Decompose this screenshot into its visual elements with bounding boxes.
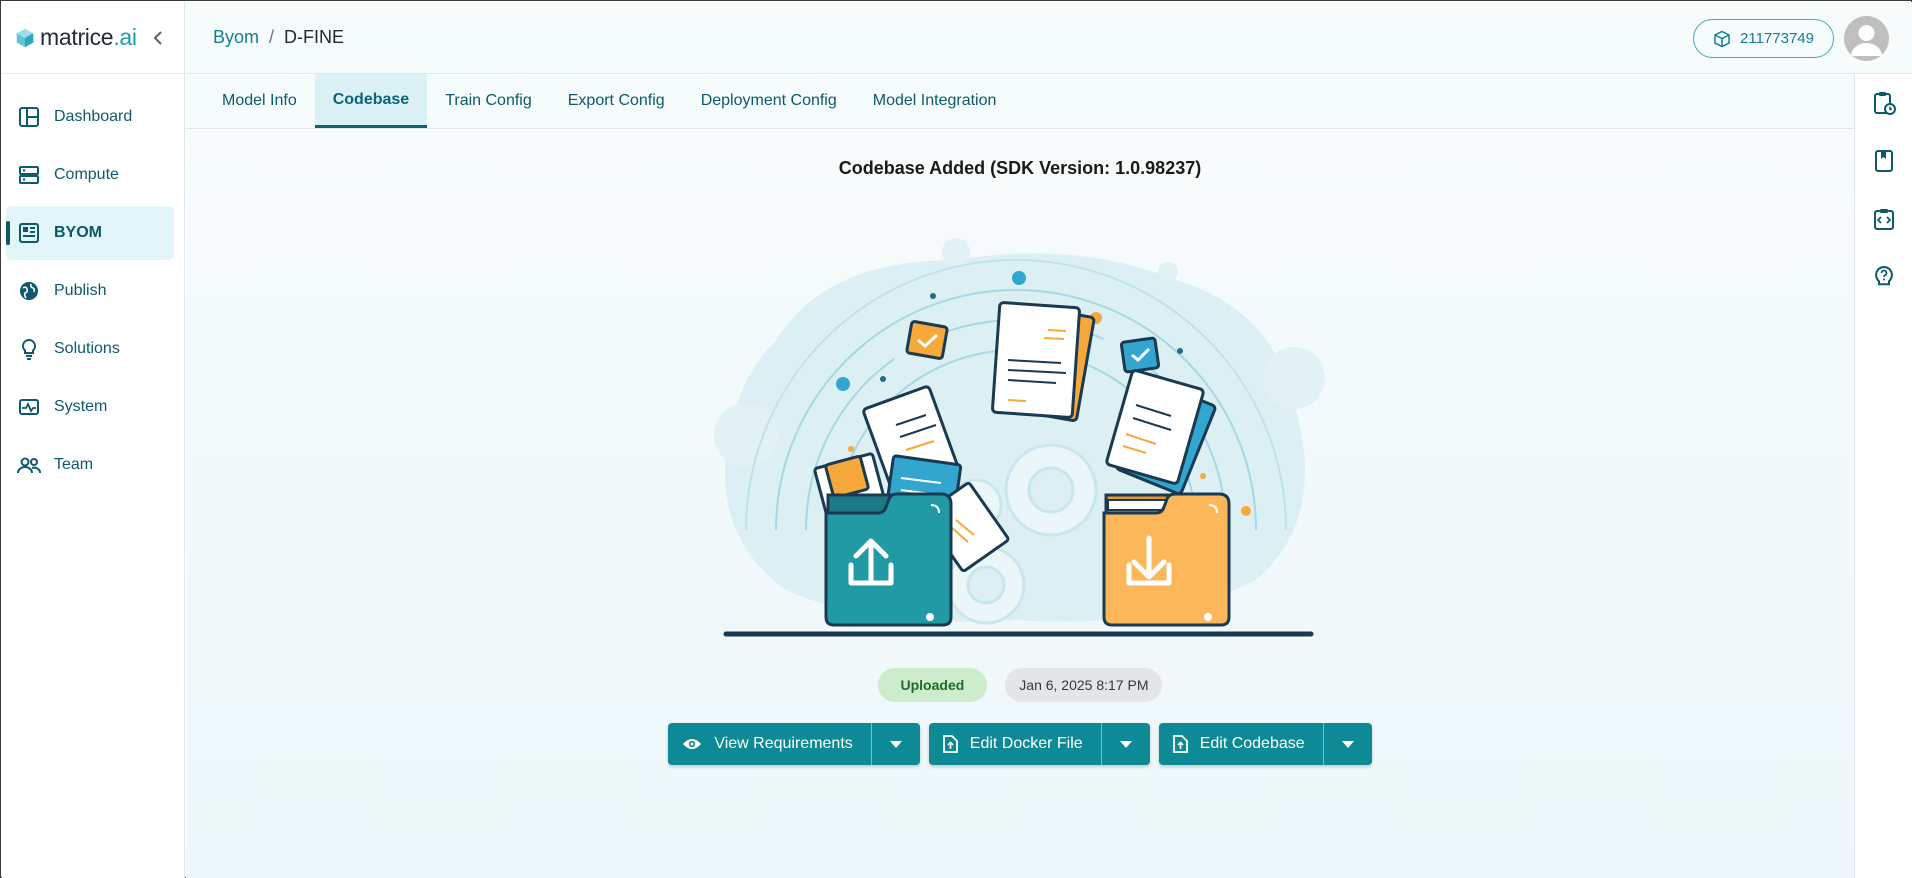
edit-docker-file-button[interactable]: Edit Docker File [929,723,1102,765]
sidebar-item-label: System [54,398,108,415]
tab-codebase[interactable]: Codebase [314,74,428,128]
sidebar-item-team[interactable]: Team [6,438,174,492]
credits-button[interactable]: 211773749 [1693,19,1834,58]
sidebar-item-system[interactable]: System [6,380,174,434]
view-requirements-label: View Requirements [714,735,853,752]
edit-docker-dropdown[interactable] [1102,723,1150,765]
tab-model-info[interactable]: Model Info [204,74,315,128]
pulse-icon [16,394,42,420]
sidebar: matrice.ai Dashboard Compute BYOM Publis… [2,2,185,878]
eye-icon [683,739,702,749]
book-icon [1875,150,1893,172]
breadcrumb: Byom / D-FINE [213,27,344,48]
sidebar-item-label: Compute [54,166,119,183]
avatar[interactable] [1844,16,1889,61]
edit-docker-file-label: Edit Docker File [969,735,1083,752]
sidebar-item-label: Dashboard [54,108,133,125]
edit-codebase-label: Edit Codebase [1199,735,1305,752]
breadcrumb-separator: / [269,27,275,47]
view-requirements-split-button: View Requirements [668,723,920,765]
byom-icon [16,220,42,246]
server-icon [16,162,42,188]
clipboard-clock-button[interactable] [1855,74,1912,132]
codebase-illustration [714,238,1325,637]
edit-codebase-dropdown[interactable] [1324,723,1372,765]
model-tabs: Model Info Codebase Train Config Export … [186,74,1854,129]
globe-icon [16,278,42,304]
cube-icon [1714,30,1730,47]
status-row: Uploaded Jan 6, 2025 8:17 PM [186,668,1854,702]
top-header: Byom / D-FINE 211773749 [186,2,1912,74]
sidebar-item-label: Team [54,456,94,473]
edit-codebase-split-button: Edit Codebase [1158,723,1372,765]
edit-codebase-button[interactable]: Edit Codebase [1159,723,1324,765]
breadcrumb-byom-link[interactable]: Byom [213,27,259,48]
action-buttons: View Requirements Edit Docker File Edit … [186,723,1854,765]
sidebar-item-label: Solutions [54,340,120,357]
credits-value: 211773749 [1740,30,1814,47]
help-button[interactable] [1855,248,1912,306]
tab-train-config[interactable]: Train Config [427,74,550,128]
code-clipboard-button[interactable] [1855,190,1912,248]
status-badge: Uploaded [877,668,988,702]
file-upload-icon [1172,735,1188,753]
logo-row: matrice.ai [2,2,184,74]
logo-cube-icon [16,28,34,47]
view-requirements-dropdown[interactable] [872,723,920,765]
collapse-sidebar-button[interactable] [150,30,166,46]
book-button[interactable] [1855,132,1912,190]
sidebar-nav: Dashboard Compute BYOM Publish Solutions… [2,74,184,492]
team-icon [16,452,42,478]
app-frame: matrice.ai Dashboard Compute BYOM Publis… [0,0,1912,878]
sidebar-item-solutions[interactable]: Solutions [6,322,174,376]
sidebar-item-label: BYOM [54,224,102,241]
sidebar-item-byom[interactable]: BYOM [6,206,174,260]
right-rail [1854,74,1912,878]
chevron-left-icon [153,30,162,45]
clipboard-clock-icon [1874,92,1896,115]
sidebar-item-publish[interactable]: Publish [6,264,174,318]
logo: matrice.ai [40,24,137,50]
caret-down-icon [1341,740,1354,748]
tab-export-config[interactable]: Export Config [550,74,683,128]
breadcrumb-current: D-FINE [284,27,345,47]
codebase-panel: Codebase Added (SDK Version: 1.0.98237) [186,130,1854,878]
caret-down-icon [1119,740,1132,748]
lightbulb-icon [16,336,42,362]
edit-docker-split-button: Edit Docker File [928,723,1150,765]
view-requirements-button[interactable]: View Requirements [668,723,872,765]
tab-deployment-config[interactable]: Deployment Config [683,74,855,128]
dashboard-icon [16,104,42,130]
sidebar-item-dashboard[interactable]: Dashboard [6,90,174,144]
sidebar-item-compute[interactable]: Compute [6,148,174,202]
code-clipboard-icon [1874,209,1894,230]
file-upload-icon [942,735,958,753]
codebase-status-title: Codebase Added (SDK Version: 1.0.98237) [838,158,1202,178]
caret-down-icon [889,740,902,748]
tab-model-integration[interactable]: Model Integration [855,74,1015,128]
help-icon [1875,265,1893,286]
upload-timestamp: Jan 6, 2025 8:17 PM [1005,668,1163,702]
user-icon [1851,25,1882,56]
sidebar-item-label: Publish [54,282,107,299]
